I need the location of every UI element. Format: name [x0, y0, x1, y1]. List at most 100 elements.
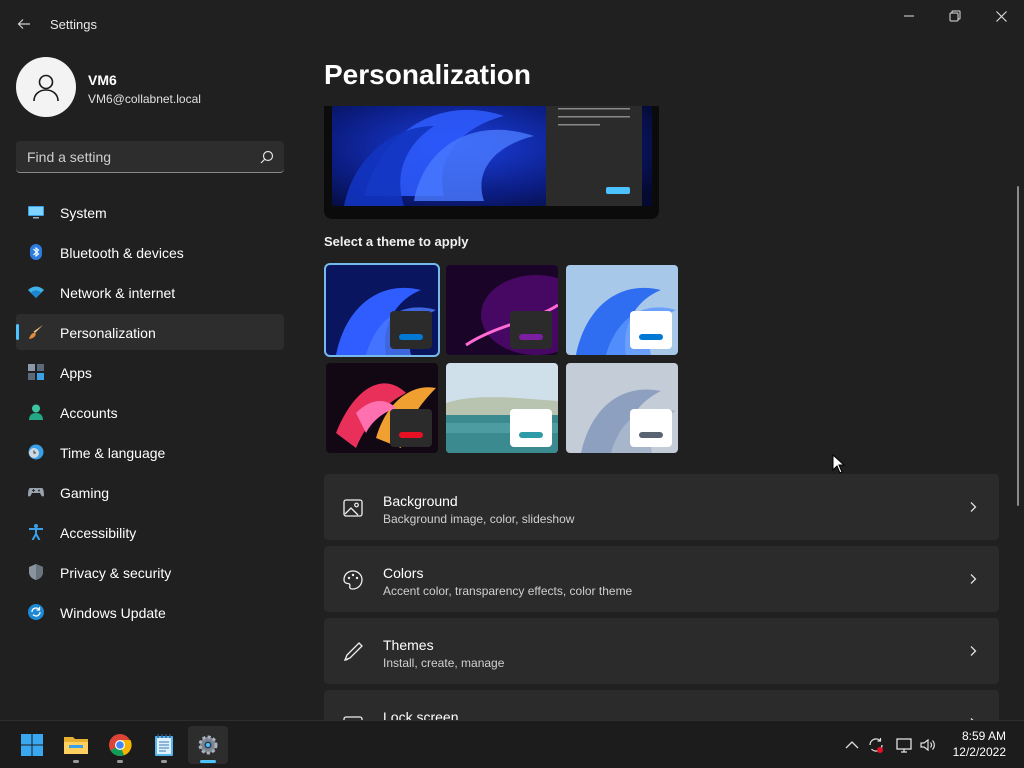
network-icon[interactable] [895, 736, 913, 754]
card-title: Themes [383, 637, 434, 653]
start-button[interactable] [12, 726, 52, 764]
theme-tile-dark[interactable] [324, 263, 440, 357]
running-indicator [161, 760, 167, 763]
running-indicator [200, 760, 216, 763]
accessibility-icon [29, 524, 43, 540]
search-input[interactable] [16, 141, 256, 172]
picture-icon [343, 499, 363, 517]
theme-tile-light[interactable] [566, 265, 678, 355]
scrollbar[interactable] [1017, 186, 1019, 506]
sidebar-item-personalization[interactable]: Personalization [16, 314, 284, 350]
user-name: VM6 [88, 72, 117, 88]
running-indicator [73, 760, 79, 763]
minimize-icon [904, 15, 914, 17]
mouse-cursor-icon [832, 454, 846, 474]
theme-window-preview [390, 311, 432, 349]
lock-screen-card[interactable]: Lock screen [324, 690, 999, 720]
palette-icon [343, 570, 363, 590]
clock-date[interactable]: 12/2/2022 [944, 745, 1006, 759]
theme-window-preview [510, 409, 552, 447]
chevron-right-icon [970, 502, 977, 512]
settings-button[interactable] [188, 726, 228, 764]
card-title: Lock screen [383, 709, 459, 720]
sidebar-item-label: Time & language [60, 445, 166, 461]
sidebar-item-label: Bluetooth & devices [60, 245, 184, 261]
sidebar-item-label: Apps [60, 365, 92, 381]
chevron-right-icon [970, 646, 977, 656]
file-explorer-button[interactable] [56, 726, 96, 764]
avatar[interactable] [16, 57, 76, 117]
sidebar-item-label: Accounts [60, 405, 118, 421]
gamepad-icon [28, 488, 44, 497]
theme-tile-captured-motion[interactable] [326, 363, 438, 453]
pen-icon [343, 642, 363, 662]
search-box [16, 141, 284, 173]
card-title: Colors [383, 565, 424, 581]
clock-globe-icon [28, 444, 44, 460]
theme-tile-sunrise[interactable] [446, 363, 558, 453]
update-icon [28, 604, 44, 620]
monitor-icon [28, 206, 44, 219]
chrome-icon [109, 734, 132, 757]
close-button[interactable] [978, 0, 1024, 32]
chrome-button[interactable] [100, 726, 140, 764]
theme-window-preview [630, 311, 672, 349]
card-subtitle: Accent color, transparency effects, colo… [383, 584, 633, 598]
search-icon[interactable] [258, 148, 276, 166]
card-subtitle: Background image, color, slideshow [383, 512, 575, 526]
sidebar-item-windows-update[interactable]: Windows Update [16, 594, 284, 630]
sidebar-item-accessibility[interactable]: Accessibility [16, 514, 284, 550]
sidebar-item-label: Privacy & security [60, 565, 172, 581]
theme-section-label: Select a theme to apply [324, 234, 469, 249]
sidebar-item-label: System [60, 205, 107, 221]
sidebar-item-apps[interactable]: Apps [16, 354, 284, 390]
volume-icon[interactable] [919, 736, 937, 754]
bluetooth-icon [30, 244, 42, 260]
apps-icon [28, 364, 44, 380]
page-title: Personalization [324, 59, 531, 90]
chevron-right-icon [970, 574, 977, 584]
theme-window-preview [510, 311, 552, 349]
sync-icon[interactable] [867, 736, 885, 754]
restore-button[interactable] [932, 0, 978, 32]
back-button[interactable] [10, 10, 38, 38]
notepad-button[interactable] [144, 726, 184, 764]
user-email: VM6@collabnet.local [88, 92, 201, 106]
sidebar-item-label: Windows Update [60, 605, 166, 621]
theme-window-preview [390, 409, 432, 447]
brush-icon [29, 325, 43, 339]
theme-tile-glow[interactable] [446, 265, 558, 355]
themes-card[interactable]: Themes Install, create, manage [324, 618, 999, 684]
card-subtitle: Install, create, manage [383, 656, 505, 670]
sidebar-item-network[interactable]: Network & internet [16, 274, 284, 310]
lock-screen-icon [343, 716, 363, 720]
sidebar-item-bluetooth[interactable]: Bluetooth & devices [16, 234, 284, 270]
sidebar-item-gaming[interactable]: Gaming [16, 474, 284, 510]
sidebar-item-label: Gaming [60, 485, 110, 501]
sidebar-item-accounts[interactable]: Accounts [16, 394, 284, 430]
start-icon [21, 734, 43, 756]
person-icon [29, 404, 43, 420]
settings-icon [198, 735, 218, 755]
running-indicator [117, 760, 123, 763]
sidebar-item-label: Network & internet [60, 285, 176, 301]
theme-tile-flow[interactable] [566, 363, 678, 453]
file-explorer-icon [64, 737, 88, 754]
colors-card[interactable]: Colors Accent color, transparency effect… [324, 546, 999, 612]
sidebar-nav: System Bluetooth & devices Network & int… [16, 194, 284, 634]
title-bar: Settings [0, 0, 1024, 48]
background-card[interactable]: Background Background image, color, slid… [324, 474, 999, 540]
minimize-button[interactable] [886, 0, 932, 32]
shield-icon [29, 564, 43, 580]
clock-time[interactable]: 8:59 AM [950, 729, 1006, 743]
back-arrow-icon [17, 19, 30, 29]
sidebar-item-privacy[interactable]: Privacy & security [16, 554, 284, 590]
close-icon [995, 10, 1007, 22]
sidebar-item-system[interactable]: System [16, 194, 284, 230]
chevron-up-icon[interactable] [843, 736, 861, 754]
content-scroll-area: Select a theme to apply Background Backg… [300, 106, 1010, 720]
person-icon [33, 74, 59, 102]
sidebar-item-label: Accessibility [60, 525, 137, 541]
sidebar-item-time-language[interactable]: Time & language [16, 434, 284, 470]
sidebar-item-label: Personalization [60, 325, 156, 341]
